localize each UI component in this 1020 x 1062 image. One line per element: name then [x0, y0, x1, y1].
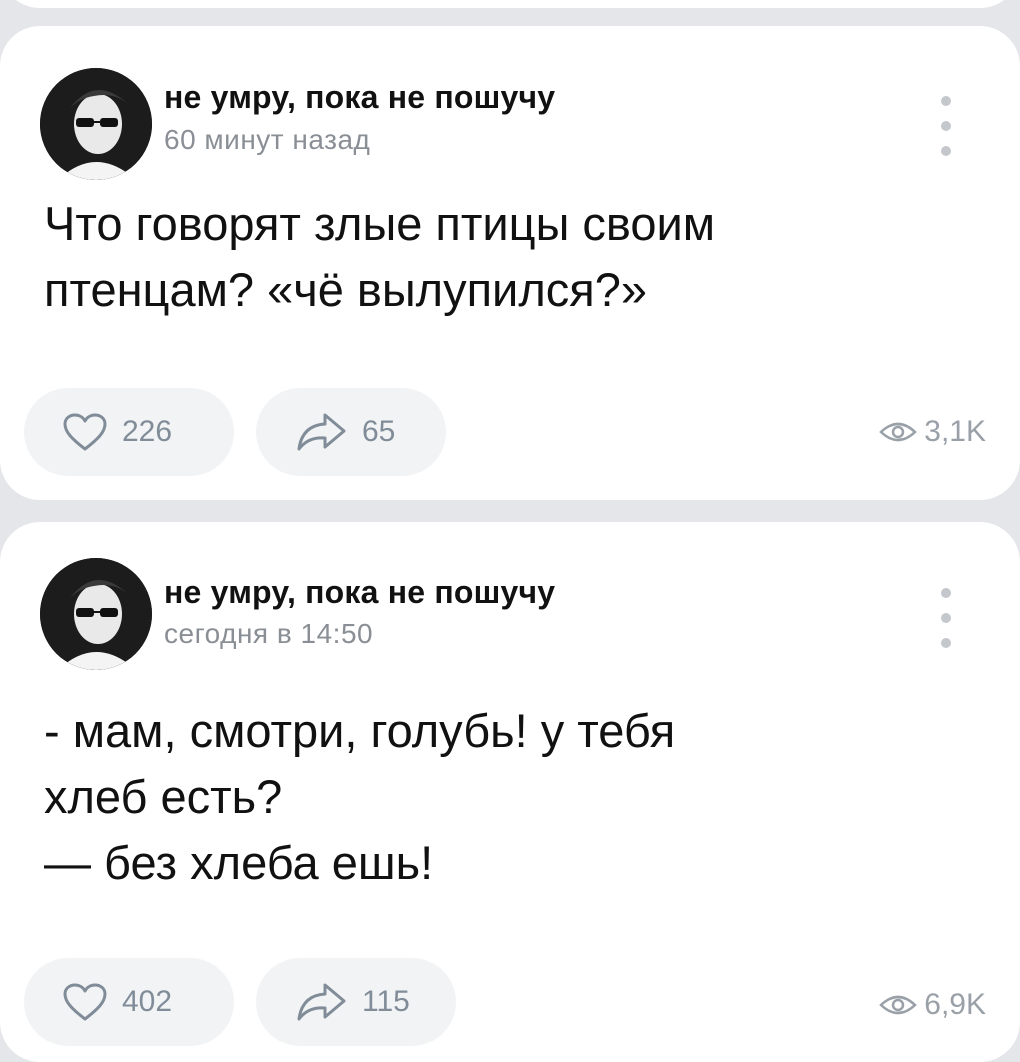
heart-icon: [63, 983, 107, 1021]
author-name[interactable]: не умру, пока не пошучу: [164, 79, 555, 116]
more-vertical-icon[interactable]: [928, 588, 964, 648]
heart-icon: [63, 413, 107, 451]
like-count: 402: [122, 985, 173, 1018]
like-button[interactable]: 226: [24, 388, 234, 476]
post-text: - мам, смотри, голубь! у тебя хлеб есть?…: [44, 704, 676, 889]
views-count: 6,9K: [924, 988, 986, 1021]
previous-post-card-bottom: [0, 0, 1020, 8]
share-arrow-icon: [297, 413, 346, 451]
post-card: не умру, пока не пошучу 60 минут назад Ч…: [0, 26, 1020, 500]
post-time: 60 минут назад: [164, 124, 371, 155]
views-counter: 3,1K: [878, 415, 986, 449]
eye-icon: [879, 995, 918, 1015]
post-card: не умру, пока не пошучу сегодня в 14:50 …: [0, 522, 1020, 1062]
like-count: 226: [122, 415, 173, 448]
post-text: Что говорят злые птицы своим птенцам? «ч…: [44, 197, 716, 316]
avatar[interactable]: [40, 558, 152, 670]
post-time: сегодня в 14:50: [164, 618, 374, 649]
eye-icon: [879, 422, 918, 442]
like-button[interactable]: 402: [24, 958, 234, 1046]
views-counter: 6,9K: [878, 988, 986, 1022]
views-count: 3,1K: [924, 415, 986, 448]
more-vertical-icon[interactable]: [928, 96, 964, 156]
share-count: 115: [362, 985, 410, 1018]
share-button[interactable]: 65: [256, 388, 446, 476]
avatar[interactable]: [40, 68, 152, 180]
author-name[interactable]: не умру, пока не пошучу: [164, 574, 555, 611]
share-count: 65: [362, 415, 396, 448]
share-button[interactable]: 115: [256, 958, 456, 1046]
share-arrow-icon: [297, 983, 346, 1021]
